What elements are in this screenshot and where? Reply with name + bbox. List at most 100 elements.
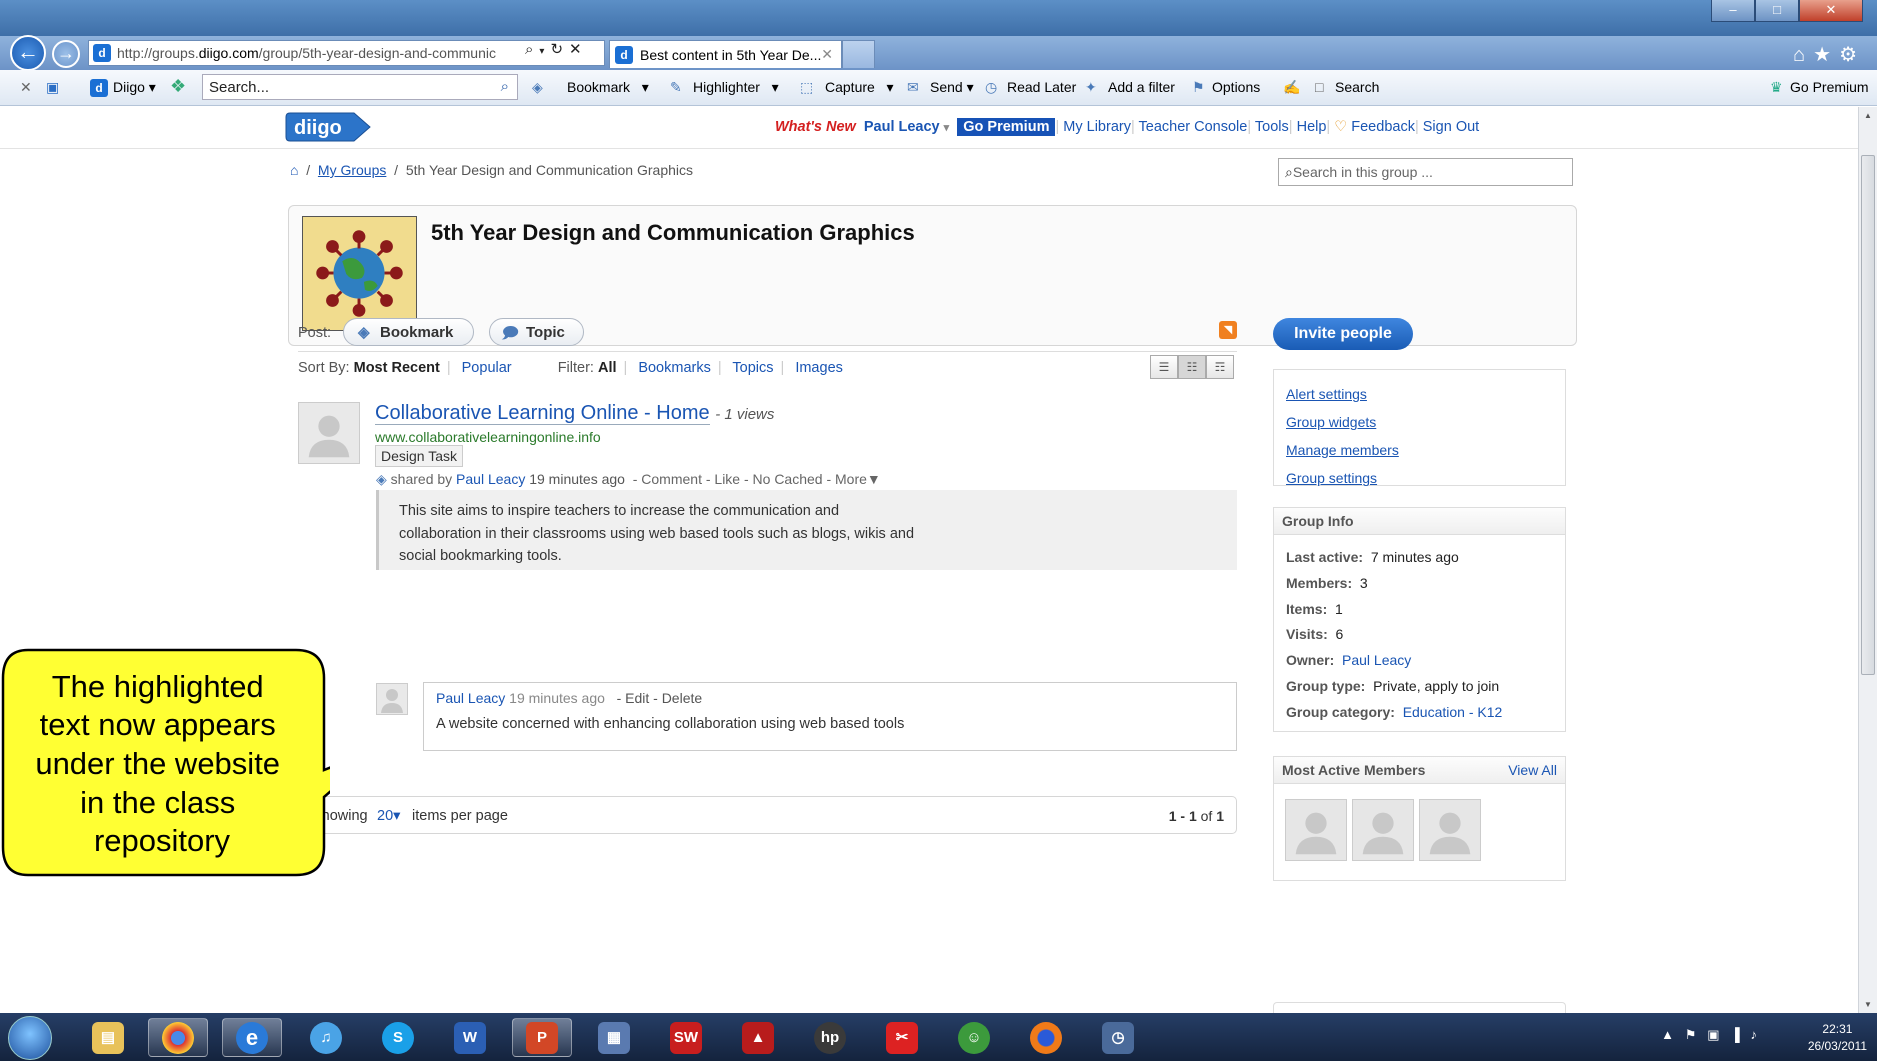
chrome-icon[interactable] bbox=[148, 1018, 208, 1057]
tab-active[interactable]: Best content in 5th Year De... ✕ bbox=[609, 40, 842, 68]
send-button[interactable]: Send ▾ bbox=[930, 79, 974, 96]
new-tab-button[interactable] bbox=[842, 40, 875, 68]
item-url[interactable]: www.collaborativelearningonline.info bbox=[375, 429, 601, 445]
internet-explorer-icon[interactable]: e bbox=[222, 1018, 282, 1057]
start-button[interactable] bbox=[8, 1016, 52, 1060]
item-thumbnail[interactable] bbox=[298, 402, 360, 464]
volume-icon[interactable]: ♪ bbox=[1751, 1027, 1758, 1042]
scrollbar-thumb[interactable] bbox=[1861, 155, 1875, 675]
tray-expand-icon[interactable]: ▲ bbox=[1661, 1027, 1674, 1042]
feedback-link[interactable]: Feedback bbox=[1351, 119, 1415, 135]
item-user-link[interactable]: Paul Leacy bbox=[456, 471, 525, 487]
full-view-icon[interactable]: ☶ bbox=[1206, 355, 1234, 379]
taskbar-clock[interactable]: 22:31 26/03/2011 bbox=[1808, 1021, 1867, 1055]
filter-topics[interactable]: Topics bbox=[732, 360, 773, 376]
favorites-star-icon[interactable]: ★ bbox=[1813, 44, 1839, 66]
search-icon[interactable]: ⌕ bbox=[525, 41, 533, 58]
user-menu[interactable]: Paul Leacy ▾ bbox=[864, 119, 949, 135]
tab-close-icon[interactable]: ✕ bbox=[821, 46, 833, 63]
comment-user-link[interactable]: Paul Leacy bbox=[436, 690, 505, 706]
diigo-logo[interactable]: diigo bbox=[284, 111, 372, 143]
capture-button[interactable]: Capture ▾ bbox=[825, 79, 894, 96]
go-premium-link[interactable]: Go Premium bbox=[957, 118, 1056, 136]
diigo-menu[interactable]: Diigo ▾ bbox=[113, 79, 156, 96]
word-icon[interactable]: W bbox=[440, 1018, 500, 1057]
document-icon[interactable]: ▦ bbox=[584, 1018, 644, 1057]
group-settings-link[interactable]: Group settings bbox=[1286, 470, 1377, 486]
magnifier-icon[interactable]: ⌕ bbox=[501, 78, 509, 95]
options-button[interactable]: Options bbox=[1212, 79, 1260, 95]
my-library-link[interactable]: My Library bbox=[1063, 119, 1131, 135]
dropdown-icon[interactable]: ▾ bbox=[539, 46, 544, 57]
sidebar-toggle-icon[interactable]: ▣ bbox=[46, 79, 59, 96]
manage-members-link[interactable]: Manage members bbox=[1286, 442, 1399, 458]
stop-icon[interactable]: ✕ bbox=[569, 41, 582, 58]
powerpoint-icon[interactable]: P bbox=[512, 1018, 572, 1057]
refresh-icon[interactable]: ↻ bbox=[550, 41, 563, 58]
owner-link[interactable]: Paul Leacy bbox=[1342, 652, 1411, 668]
item-title-link[interactable]: Collaborative Learning Online - Home bbox=[375, 402, 710, 425]
member-avatar[interactable] bbox=[1419, 799, 1481, 861]
filter-bookmarks[interactable]: Bookmarks bbox=[638, 360, 711, 376]
view-all-link[interactable]: View All bbox=[1508, 762, 1557, 778]
post-bookmark-button[interactable]: ◈ Bookmark bbox=[343, 318, 474, 346]
clock-app-icon[interactable]: ◷ bbox=[1088, 1018, 1148, 1057]
network-icon[interactable]: ▐ bbox=[1730, 1027, 1739, 1042]
item-actions[interactable]: - Comment - Like - No Cached - More▼ bbox=[633, 471, 881, 487]
rss-icon[interactable]: ◥ bbox=[1219, 321, 1237, 339]
group-widgets-link[interactable]: Group widgets bbox=[1286, 414, 1376, 430]
scroll-up-icon[interactable]: ▲ bbox=[1864, 111, 1872, 120]
filter-images[interactable]: Images bbox=[795, 360, 843, 376]
help-link[interactable]: Help bbox=[1297, 119, 1327, 135]
toolbar-go-premium[interactable]: Go Premium bbox=[1790, 79, 1869, 95]
vertical-scrollbar[interactable]: ▲ ▼ bbox=[1858, 107, 1877, 1013]
bookmark-button[interactable]: Bookmark ▾ bbox=[567, 79, 649, 96]
close-toolbar-icon[interactable]: ✕ bbox=[20, 79, 32, 96]
item-tag[interactable]: Design Task bbox=[375, 445, 464, 467]
pdf-tool-icon[interactable]: ✂ bbox=[872, 1018, 932, 1057]
messenger-icon[interactable]: ☺ bbox=[944, 1018, 1004, 1057]
group-search-input[interactable]: ⌕Search in this group ... bbox=[1278, 158, 1573, 186]
tools-link[interactable]: Tools bbox=[1255, 119, 1289, 135]
invite-people-button[interactable]: Invite people bbox=[1273, 318, 1413, 350]
member-avatar[interactable] bbox=[1285, 799, 1347, 861]
close-window-button[interactable]: ✕ bbox=[1799, 0, 1863, 22]
read-later-button[interactable]: Read Later bbox=[1007, 79, 1076, 95]
flag-icon[interactable]: ⚑ bbox=[1685, 1027, 1697, 1042]
member-avatar[interactable] bbox=[1352, 799, 1414, 861]
skype-icon[interactable]: S bbox=[368, 1018, 428, 1057]
toolbar-search-input[interactable]: Search... ⌕ bbox=[202, 74, 518, 100]
scroll-down-icon[interactable]: ▼ bbox=[1864, 1000, 1872, 1009]
add-filter-button[interactable]: Add a filter bbox=[1108, 79, 1175, 95]
minimize-button[interactable]: – bbox=[1711, 0, 1755, 22]
alert-settings-link[interactable]: Alert settings bbox=[1286, 386, 1367, 402]
firefox-icon[interactable] bbox=[1016, 1018, 1076, 1057]
autocad-icon[interactable]: ▲ bbox=[728, 1018, 788, 1057]
highlighter-button[interactable]: Highlighter ▾ bbox=[693, 79, 779, 96]
pen-icon[interactable]: ✍ bbox=[1283, 79, 1300, 96]
hp-icon[interactable]: hp bbox=[800, 1018, 860, 1057]
solidworks-icon[interactable]: SW bbox=[656, 1018, 716, 1057]
itunes-icon[interactable]: ♫ bbox=[296, 1018, 356, 1057]
maximize-button[interactable]: □ bbox=[1755, 0, 1799, 22]
home-icon[interactable]: ⌂ bbox=[290, 162, 298, 178]
breadcrumb-my-groups[interactable]: My Groups bbox=[318, 162, 386, 178]
comment-avatar[interactable] bbox=[376, 683, 408, 715]
filter-all[interactable]: All bbox=[598, 360, 617, 376]
teacher-console-link[interactable]: Teacher Console bbox=[1139, 119, 1248, 135]
back-button[interactable]: ← bbox=[10, 35, 46, 71]
category-link[interactable]: Education - K12 bbox=[1403, 704, 1503, 720]
device-icon[interactable]: ▣ bbox=[1707, 1027, 1719, 1042]
per-page-select[interactable]: 20▾ bbox=[377, 808, 400, 824]
post-topic-button[interactable]: 🗩 Topic bbox=[489, 318, 584, 346]
detail-view-icon[interactable]: ☷ bbox=[1178, 355, 1206, 379]
sort-most-recent[interactable]: Most Recent bbox=[354, 360, 440, 376]
sign-out-link[interactable]: Sign Out bbox=[1423, 119, 1479, 135]
search-button[interactable]: Search bbox=[1335, 79, 1379, 95]
gear-icon[interactable]: ⚙ bbox=[1839, 44, 1865, 66]
explorer-icon[interactable]: ▤ bbox=[78, 1018, 138, 1057]
list-view-icon[interactable]: ☰ bbox=[1150, 355, 1178, 379]
home-icon[interactable]: ⌂ bbox=[1793, 44, 1813, 66]
google-icon[interactable]: ❖ bbox=[170, 76, 186, 97]
forward-button[interactable]: → bbox=[52, 40, 80, 68]
